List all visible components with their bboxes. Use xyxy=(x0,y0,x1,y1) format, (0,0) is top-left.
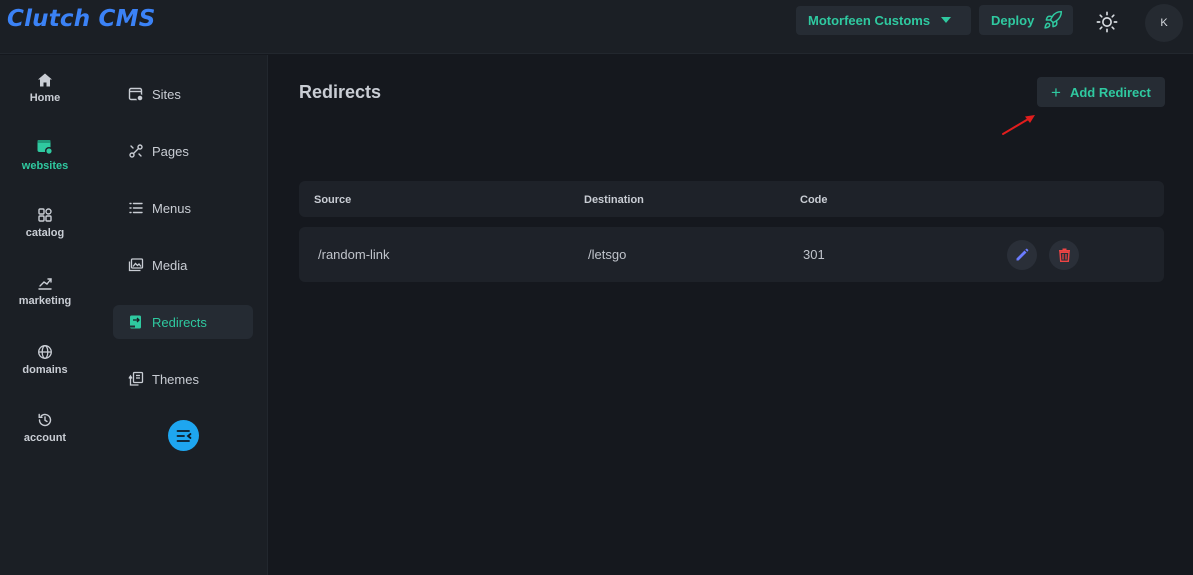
table-row: /random-link /letsgo 301 xyxy=(299,227,1164,282)
secondary-nav: Sites Pages Menus Media Redirects Themes xyxy=(90,55,268,575)
column-header-source: Source xyxy=(314,194,352,206)
subnav-item-pages[interactable]: Pages xyxy=(113,134,253,168)
main-content: Redirects + Add Redirect Source Destinat… xyxy=(269,55,1193,575)
app-logo[interactable]: Clutch CMS xyxy=(7,6,155,32)
column-header-destination: Destination xyxy=(584,194,644,206)
rail-item-domains[interactable]: domains xyxy=(0,344,90,394)
subnav-item-label: Themes xyxy=(152,371,199,387)
cell-destination: /letsgo xyxy=(588,247,627,262)
column-header-code: Code xyxy=(800,194,828,206)
rail-item-label: websites xyxy=(21,160,69,172)
themes-icon xyxy=(128,371,144,386)
delete-button[interactable] xyxy=(1049,240,1079,270)
trash-icon xyxy=(1058,248,1070,262)
globe-icon xyxy=(38,345,52,359)
collapse-sidebar-button[interactable] xyxy=(168,420,199,451)
page-title: Redirects xyxy=(299,82,382,102)
top-bar: Clutch CMS Motorfeen Customs Deploy K xyxy=(0,0,1193,54)
sun-icon[interactable] xyxy=(1096,11,1118,33)
cell-code: 301 xyxy=(803,247,825,262)
rail-item-catalog[interactable]: catalog xyxy=(0,207,90,257)
rail-item-account[interactable]: account xyxy=(0,412,90,462)
rail-item-label: account xyxy=(23,432,67,444)
site-selector[interactable]: Motorfeen Customs xyxy=(796,6,971,35)
add-redirect-label: Add Redirect xyxy=(1069,84,1151,100)
subnav-item-sites[interactable]: Sites xyxy=(113,77,253,111)
site-selector-label: Motorfeen Customs xyxy=(808,13,931,28)
pencil-icon xyxy=(1016,248,1029,261)
collapse-menu-icon xyxy=(176,429,191,442)
subnav-item-redirects[interactable]: Redirects xyxy=(113,305,253,339)
subnav-item-label: Pages xyxy=(152,143,189,159)
avatar[interactable]: K xyxy=(1145,4,1183,42)
add-redirect-button[interactable]: + Add Redirect xyxy=(1037,77,1165,107)
catalog-icon xyxy=(38,208,52,222)
rail-item-label: catalog xyxy=(25,227,65,239)
menus-icon xyxy=(129,202,143,214)
subnav-item-label: Media xyxy=(152,257,188,273)
plus-icon: + xyxy=(1051,82,1061,102)
pages-icon xyxy=(129,144,143,158)
subnav-item-label: Sites xyxy=(152,86,181,102)
rail-item-label: marketing xyxy=(18,295,72,307)
subnav-item-menus[interactable]: Menus xyxy=(113,191,253,225)
primary-rail: Home websites catalog marketing domains … xyxy=(0,55,90,575)
marketing-icon xyxy=(38,278,52,290)
deploy-button[interactable]: Deploy xyxy=(979,5,1073,35)
rail-item-websites[interactable]: websites xyxy=(0,138,90,188)
caret-down-icon xyxy=(941,17,951,23)
deploy-label: Deploy xyxy=(991,12,1035,28)
websites-icon xyxy=(37,140,53,155)
rail-item-home[interactable]: Home xyxy=(0,72,90,122)
subnav-item-label: Menus xyxy=(152,200,192,216)
home-icon xyxy=(38,73,52,87)
subnav-item-media[interactable]: Media xyxy=(113,248,253,282)
history-icon xyxy=(38,413,52,427)
annotation-arrow-icon xyxy=(1002,115,1035,135)
media-icon xyxy=(128,258,144,272)
table-header: Source Destination Code xyxy=(299,181,1164,217)
rail-item-label: Home xyxy=(29,92,61,104)
sites-icon xyxy=(128,87,144,102)
edit-button[interactable] xyxy=(1007,240,1037,270)
rocket-icon xyxy=(1044,10,1063,29)
rail-item-label: domains xyxy=(22,364,68,376)
subnav-item-themes[interactable]: Themes xyxy=(113,362,253,396)
rail-item-marketing[interactable]: marketing xyxy=(0,275,90,325)
cell-source: /random-link xyxy=(318,247,390,262)
subnav-item-label: Redirects xyxy=(152,314,207,330)
redirects-icon xyxy=(129,315,141,329)
